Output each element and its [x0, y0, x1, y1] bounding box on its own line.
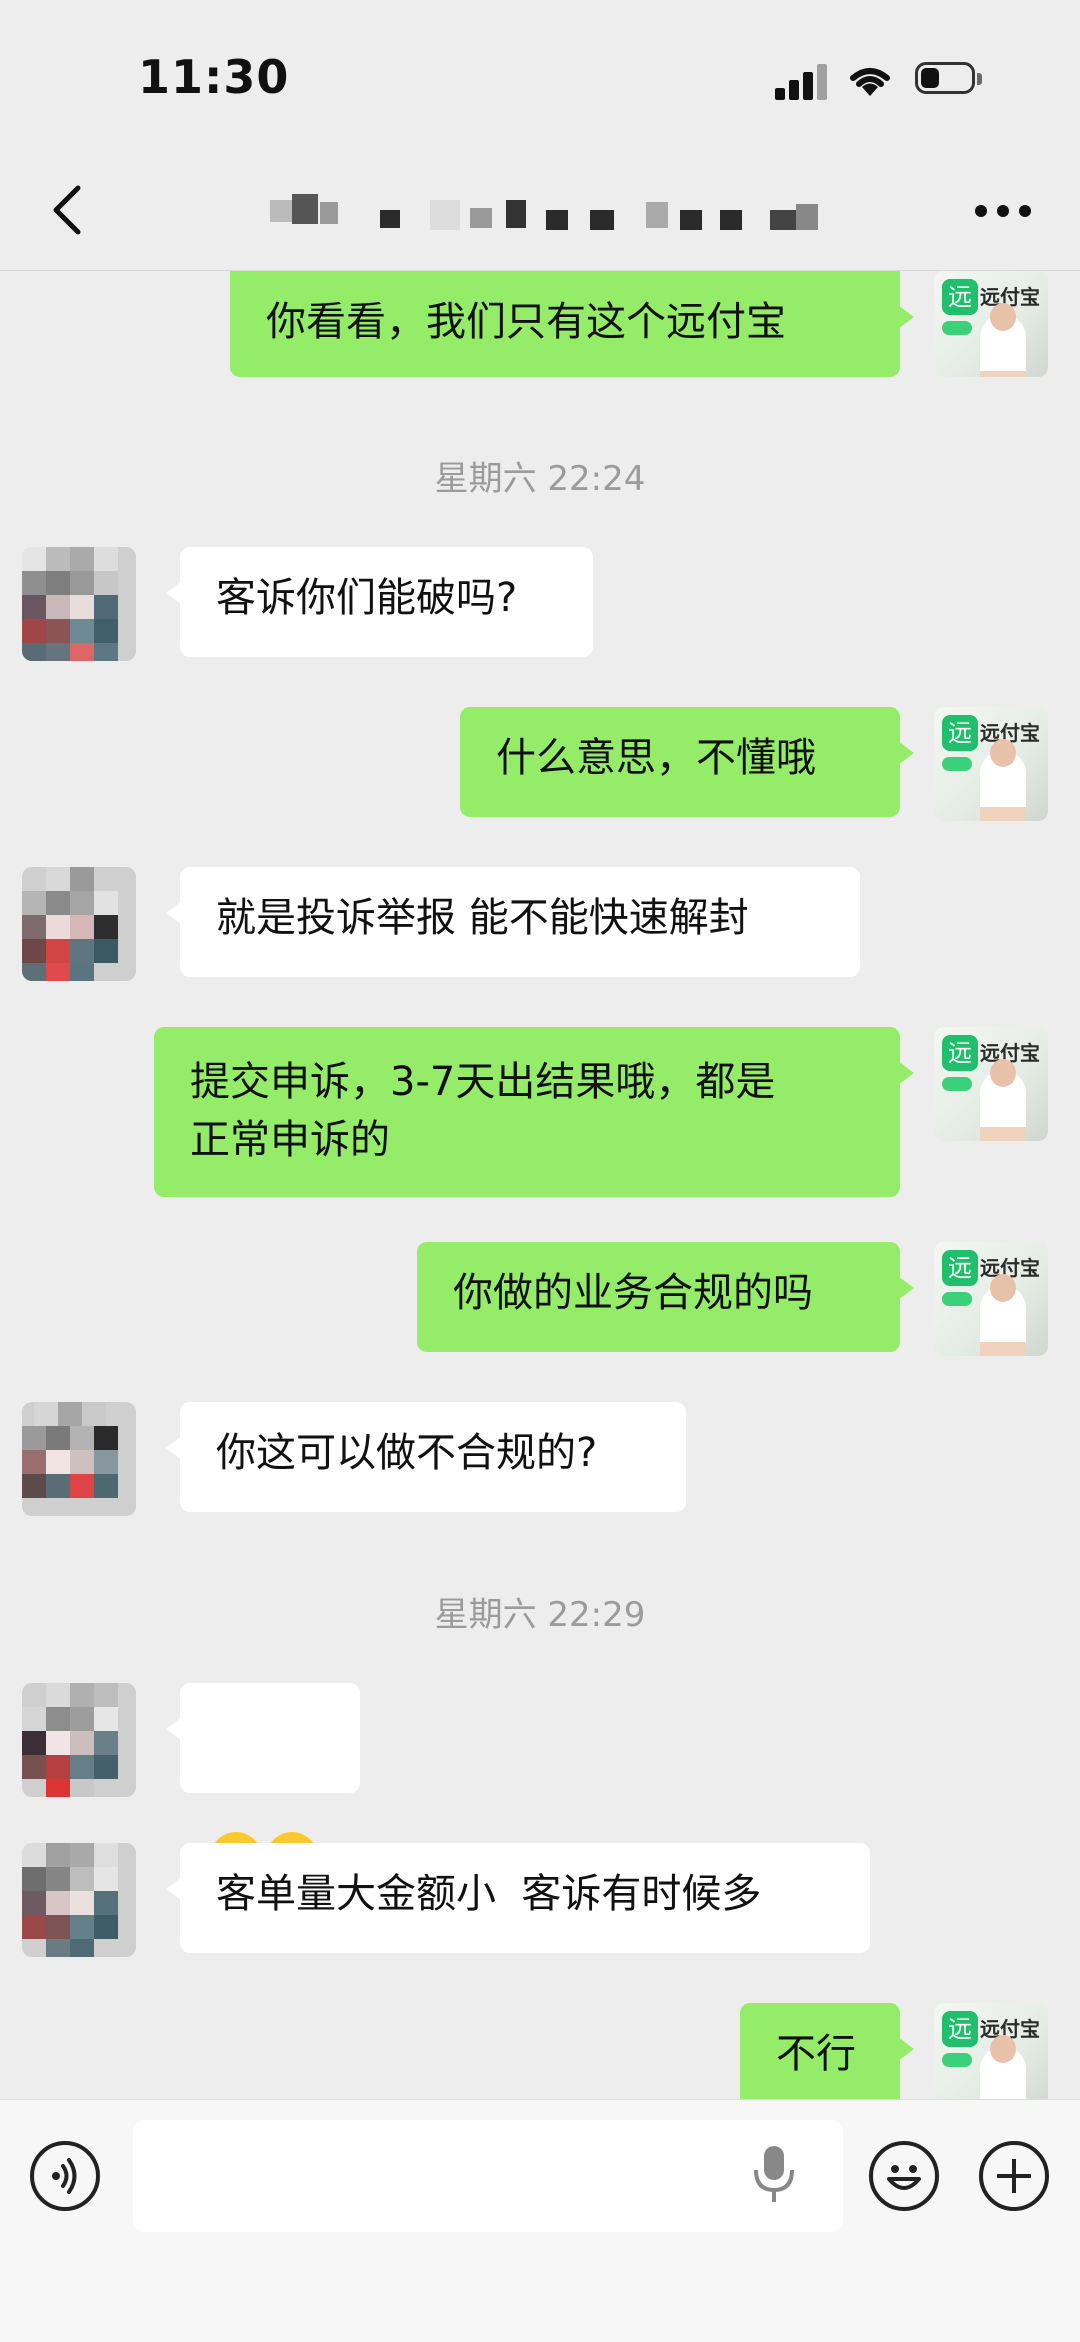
timestamp: 星期六 22:29: [434, 1595, 646, 1635]
contact-avatar[interactable]: [22, 867, 136, 981]
contact-avatar[interactable]: [22, 1683, 136, 1797]
message-bubble-outgoing[interactable]: 什么意思，不懂哦: [460, 707, 914, 817]
my-avatar[interactable]: 远远付宝: [934, 271, 1048, 377]
status-bar: 11:30: [0, 0, 1080, 150]
my-avatar[interactable]: 远远付宝: [934, 1242, 1048, 1356]
chat-message-list[interactable]: 你看看，我们只有这个远付宝 远远付宝 星期六 22:24 客诉你们能破吗? 什么…: [0, 271, 1080, 2099]
my-avatar[interactable]: 远远付宝: [934, 707, 1048, 821]
chat-header: [0, 150, 1080, 271]
chevron-left-icon[interactable]: [40, 178, 100, 242]
message-bubble-outgoing[interactable]: 你看看，我们只有这个远付宝: [230, 271, 914, 377]
message-text-input[interactable]: [133, 2120, 843, 2232]
message-bubble-incoming[interactable]: 就是投诉举报 能不能快速解封: [166, 867, 860, 977]
battery-icon: [915, 62, 985, 96]
wifi-icon: [850, 68, 890, 96]
message-bubble-outgoing[interactable]: 提交申诉，3-7天出结果哦，都是 正常申诉的: [154, 1027, 914, 1197]
timestamp: 星期六 22:24: [434, 459, 646, 499]
contact-avatar[interactable]: [22, 1402, 136, 1516]
my-avatar[interactable]: 远远付宝: [934, 2003, 1048, 2099]
emoji-icon[interactable]: [869, 2141, 939, 2211]
microphone-icon[interactable]: [752, 2142, 796, 2206]
message-bubble-incoming[interactable]: 你这可以做不合规的?: [166, 1402, 686, 1512]
message-bubble-incoming[interactable]: 客诉你们能破吗?: [166, 547, 593, 657]
voice-icon[interactable]: [30, 2141, 100, 2211]
message-bubble-incoming[interactable]: 客单量大金额小 客诉有时候多: [166, 1843, 870, 1953]
message-input-bar: [0, 2099, 1080, 2342]
message-bubble-outgoing[interactable]: 不行: [740, 2003, 914, 2099]
contact-avatar[interactable]: [22, 547, 136, 661]
my-avatar[interactable]: 远远付宝: [934, 1027, 1048, 1141]
chat-title-redacted: [270, 180, 818, 240]
more-dots-icon[interactable]: [975, 205, 1035, 219]
contact-avatar[interactable]: [22, 1843, 136, 1957]
cellular-signal-icon: [775, 62, 827, 100]
status-time: 11:30: [138, 50, 290, 104]
message-bubble-incoming[interactable]: [166, 1683, 360, 1884]
plus-icon[interactable]: [979, 2141, 1049, 2211]
message-bubble-outgoing[interactable]: 你做的业务合规的吗: [417, 1242, 914, 1352]
